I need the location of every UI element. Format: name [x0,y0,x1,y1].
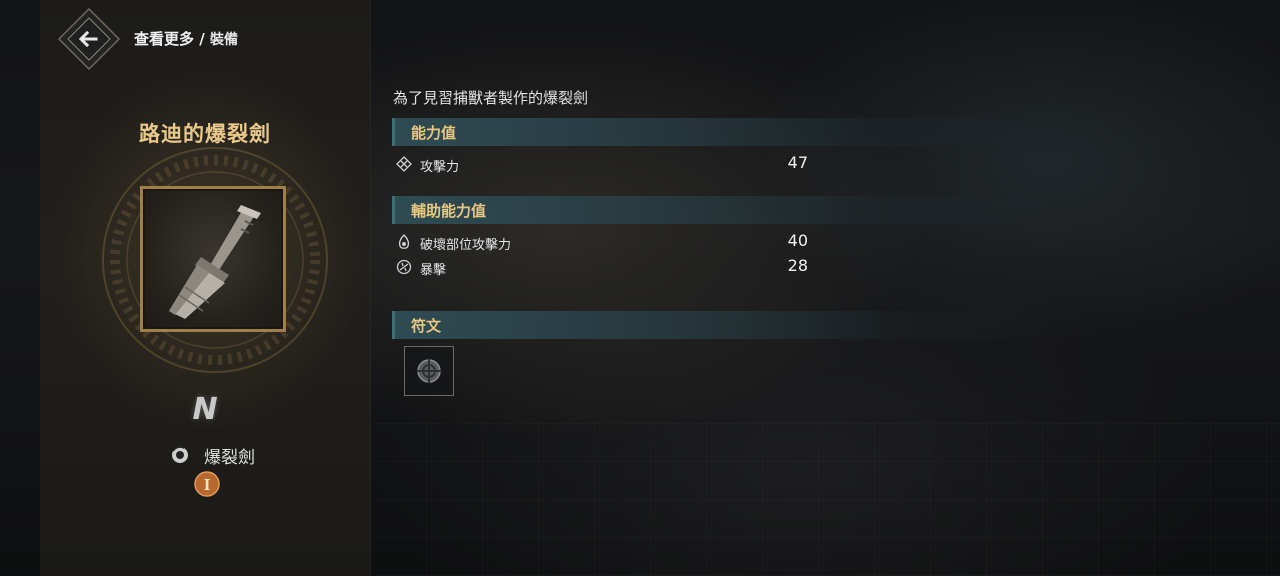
tier-numeral: I [204,475,211,494]
rank-label: N [192,392,218,427]
stat-row-part-break: 破壞部位攻擊力 40 [396,231,816,254]
back-button[interactable] [56,6,122,72]
stat-label: 暴擊 [420,263,447,278]
burst-sword-icon [169,205,261,319]
section-header-stats: 能力值 [392,118,1052,146]
weapon-type-icon [172,445,188,463]
breadcrumb-sub: 裝備 [209,32,238,48]
section-header-runes: 符文 [392,311,1052,339]
stat-label: 破壞部位攻擊力 [420,238,512,253]
item-description: 為了見習捕獸者製作的爆裂劍 [393,89,589,107]
stat-row-critical: 暴擊 28 [396,256,816,279]
stat-row-attack: 攻擊力 47 [396,153,816,176]
part-break-icon [398,234,410,249]
weapon-type-label: 爆裂劍 [204,447,255,468]
section-header-sub-stats: 輔助能力值 [392,196,1052,224]
section-title: 能力值 [411,124,457,142]
attack-icon [396,156,412,172]
stat-value: 47 [787,153,808,172]
weapon-type: 爆裂劍 [170,443,255,468]
stat-label: 攻擊力 [420,160,460,175]
stat-value: 28 [787,256,808,275]
stat-value: 40 [787,231,808,250]
breadcrumb: 查看更多 / 裝備 [134,28,238,49]
background-grid [370,420,1280,576]
item-image-frame [140,186,286,332]
breadcrumb-main: 查看更多 [134,30,195,48]
section-title: 輔助能力值 [411,202,487,220]
game-screen: 查看更多 / 裝備 路迪的爆裂劍 N 爆裂劍 I 為了見習捕獸者製作的爆裂劍 能… [0,0,1280,576]
critical-icon [396,259,412,275]
rune-slot-icon [417,359,441,383]
section-title: 符文 [411,317,442,335]
breadcrumb-separator: / [194,30,210,48]
rune-slot[interactable] [404,346,454,396]
tier-badge: I [194,471,220,497]
